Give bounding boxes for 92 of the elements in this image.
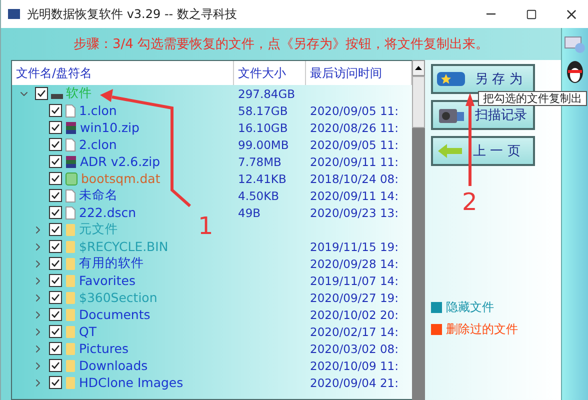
left-arrow-icon (437, 143, 463, 159)
file-name[interactable]: HDClone Images (79, 375, 184, 390)
maximize-icon (526, 8, 536, 20)
access-time: 2019/11/15 19: (309, 238, 400, 255)
access-time: 2020/10/09 11: (309, 358, 400, 374)
file-icon (65, 138, 76, 152)
checkbox[interactable] (35, 87, 48, 100)
checkbox[interactable] (49, 155, 62, 168)
scrollbar-thumb[interactable] (412, 76, 425, 128)
folder-icon (65, 274, 76, 288)
file-size: 4.50KB (237, 188, 280, 204)
access-time: 2020/09/05 11: (309, 136, 400, 153)
access-time: 2020/09/28 14: (309, 256, 400, 272)
access-time: 2020/09/23 13: (309, 204, 400, 221)
access-time: 2020/09/05 11: (309, 102, 400, 119)
checkbox[interactable] (49, 138, 62, 151)
access-time: 2020/09/11 11: (309, 154, 400, 170)
app-icon (7, 7, 21, 21)
computer-icon (564, 34, 586, 54)
window-title: 光明数据恢复软件 v3.29 -- 数之寻科技 (27, 6, 238, 22)
folder-icon (65, 308, 76, 322)
access-time: 2020/10/02 20: (309, 306, 400, 323)
file-name[interactable]: Downloads (79, 358, 148, 373)
file-size: 99.00MB (237, 136, 290, 153)
checkbox[interactable] (49, 240, 62, 253)
folder-icon (65, 324, 76, 338)
archive-icon (65, 154, 77, 168)
checkbox[interactable] (49, 206, 62, 219)
access-time: 2020/08/26 11: (309, 120, 400, 136)
annotation-number: 1 (198, 212, 214, 240)
folder-icon (65, 342, 76, 356)
folder-icon (65, 358, 76, 372)
checkbox[interactable] (49, 376, 62, 389)
drive-icon (51, 94, 63, 99)
folder-icon (65, 240, 76, 254)
file-size: 12.41KB (237, 170, 288, 187)
media-file-icon (65, 172, 78, 186)
checkbox[interactable] (49, 257, 62, 270)
checkbox[interactable] (49, 189, 62, 202)
checkbox[interactable] (49, 342, 62, 355)
legend-label: 隐藏文件 (446, 299, 494, 316)
access-time: 2020/02/17 14: (309, 324, 400, 340)
scrollbar[interactable] (412, 60, 425, 400)
checkbox[interactable] (49, 308, 62, 321)
access-time: 2019/11/07 14: (309, 272, 400, 289)
checkbox[interactable] (49, 359, 62, 372)
file-icon (65, 104, 76, 118)
folder-icon (65, 376, 76, 390)
file-name[interactable]: 未命名 (79, 187, 118, 204)
save-as-button[interactable]: 另 存 为 (431, 64, 535, 94)
folder-icon (65, 222, 76, 236)
checkbox[interactable] (49, 325, 62, 338)
access-time: 2020/09/27 19: (309, 290, 400, 306)
file-name[interactable]: 2.clon (79, 137, 117, 152)
file-size: 297.84GB (237, 86, 296, 102)
file-size: 49B (237, 204, 262, 221)
penguin-icon (565, 60, 585, 84)
access-time: 2020/09/11 14: (309, 188, 400, 204)
file-name[interactable]: 222.dscn (79, 205, 136, 220)
step-instruction: 步骤：3/4 勾选需要恢复的文件，点《另存为》按钮，将文件复制出来。 (72, 36, 490, 54)
tooltip: 把勾选的文件复制出 (478, 91, 587, 106)
file-size: 16.10GB (237, 120, 289, 136)
file-name[interactable]: 1.clon (79, 103, 117, 118)
checkbox[interactable] (49, 274, 62, 287)
access-time: 2020/03/02 08: (309, 340, 400, 357)
file-icon (65, 188, 76, 202)
archive-icon (65, 120, 77, 134)
column-header[interactable]: 文件大小 (234, 61, 306, 85)
checkbox[interactable] (49, 172, 62, 185)
file-size: 58.17GB (237, 102, 289, 119)
previous-page-button[interactable]: 上 一 页 (431, 136, 535, 166)
checkbox[interactable] (49, 223, 62, 236)
file-name[interactable]: Favorites (79, 273, 136, 288)
legend-label: 删除过的文件 (446, 321, 518, 338)
file-size: 7.78MB (237, 154, 282, 170)
file-name[interactable]: Documents (79, 307, 150, 322)
folder-icon (65, 256, 76, 270)
checkbox[interactable] (49, 291, 62, 304)
access-time: 2020/09/04 21: (309, 374, 400, 391)
access-time: 2018/10/24 08: (309, 170, 400, 187)
column-header[interactable]: 文件名/盘符名 (12, 61, 234, 85)
checkbox[interactable] (49, 104, 62, 117)
file-name[interactable]: win10.zip (80, 120, 140, 135)
file-name[interactable]: ADR v2.6.zip (80, 154, 160, 169)
file-name[interactable]: QT (79, 324, 96, 339)
up-arrow-icon (415, 66, 422, 70)
folder-icon (65, 290, 76, 304)
checkbox[interactable] (49, 121, 62, 134)
file-icon (65, 206, 76, 220)
file-name[interactable]: 有用的软件 (79, 255, 144, 272)
file-name[interactable]: Pictures (79, 341, 128, 356)
annotation-number: 2 (462, 188, 478, 216)
